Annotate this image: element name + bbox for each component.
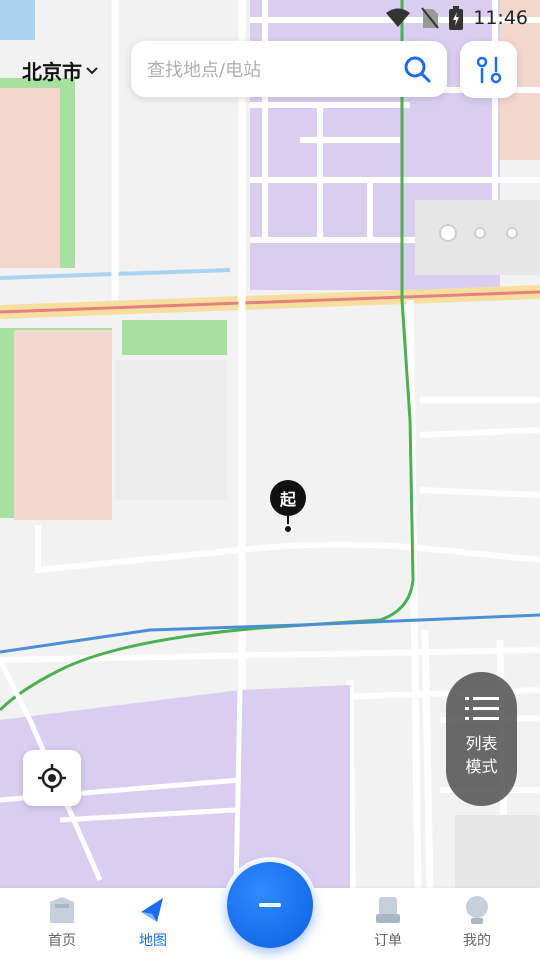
city-name: 北京市 <box>22 60 82 84</box>
list-mode-label: 列表 模式 <box>465 734 498 776</box>
nav-label-profile: 我的 <box>463 933 491 949</box>
search-input[interactable]: 查找地点/电站 <box>147 56 387 82</box>
scan-icon <box>259 903 281 907</box>
battery-charging-icon <box>449 6 464 30</box>
start-marker-dot <box>283 524 293 534</box>
nav-item-profile[interactable]: 我的 <box>442 894 512 956</box>
locate-button[interactable] <box>23 750 81 806</box>
list-icon <box>464 697 499 720</box>
search-bar[interactable]: 查找地点/电站 <box>131 41 447 97</box>
nav-item-map[interactable]: 地图 <box>118 894 188 956</box>
start-marker-label: 起 <box>270 480 306 516</box>
filter-button[interactable] <box>460 41 517 98</box>
scan-button[interactable] <box>227 862 313 948</box>
locate-icon <box>38 764 66 792</box>
profile-icon <box>466 896 488 924</box>
list-mode-button[interactable]: 列表 模式 <box>446 672 517 806</box>
chevron-down-icon <box>86 66 98 74</box>
search-icon <box>404 56 431 83</box>
nav-label-map: 地图 <box>139 933 167 949</box>
city-selector[interactable]: 北京市 <box>22 56 98 85</box>
home-icon <box>50 897 74 923</box>
filter-icon <box>476 56 501 83</box>
search-button[interactable] <box>387 41 447 97</box>
nav-item-home[interactable]: 首页 <box>27 894 97 956</box>
no-sim-icon <box>421 7 440 29</box>
start-marker[interactable]: 起 <box>270 480 306 536</box>
wifi-icon <box>386 8 411 27</box>
status-time: 11:46 <box>473 7 528 29</box>
status-bar: 11:46 <box>0 0 540 36</box>
map-icon <box>141 898 163 922</box>
order-icon <box>376 897 400 923</box>
nav-label-orders: 订单 <box>374 933 402 949</box>
nav-label-home: 首页 <box>48 933 76 949</box>
nav-item-orders[interactable]: 订单 <box>353 894 423 956</box>
